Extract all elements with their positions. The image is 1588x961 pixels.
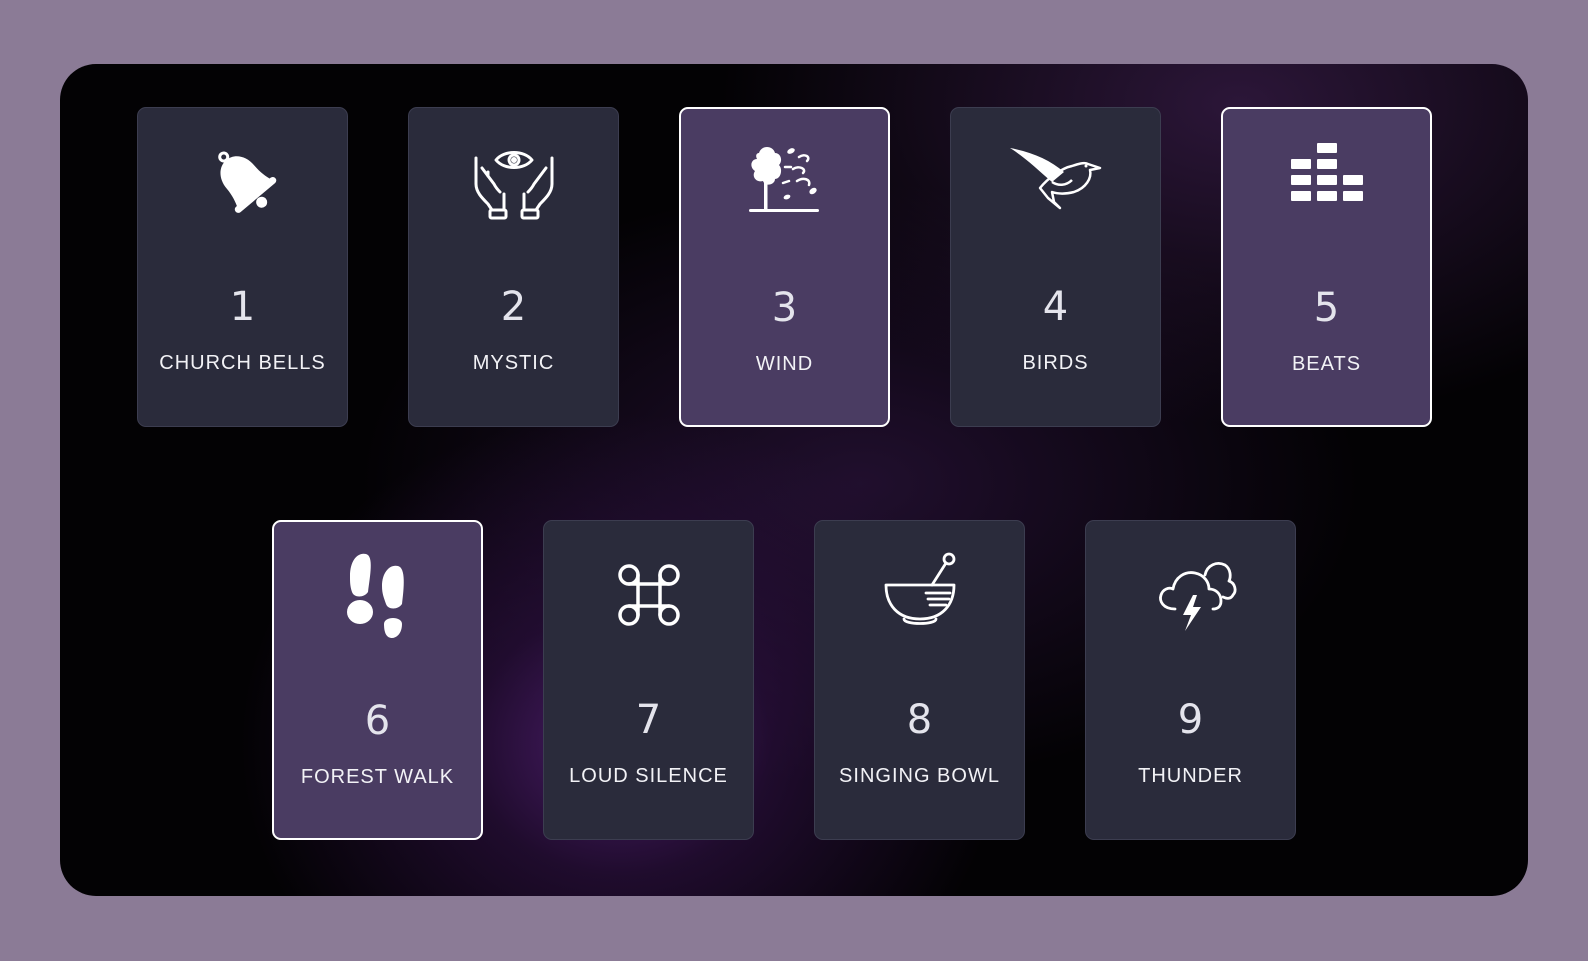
pad-forest-walk[interactable]: 6 FOREST WALK	[272, 520, 483, 840]
pad-number: 9	[1177, 697, 1204, 743]
pad-number: 2	[500, 284, 527, 330]
pad-label: MYSTIC	[472, 352, 555, 374]
pad-label: FOREST WALK	[300, 766, 455, 788]
pad-number: 3	[771, 285, 798, 331]
footprints-icon	[330, 546, 426, 642]
pad-singing-bowl[interactable]: 8 SINGING BOWL	[814, 520, 1025, 840]
pad-number: 7	[635, 697, 662, 743]
pad-number: 6	[364, 698, 391, 744]
pad-label: BIRDS	[1022, 352, 1089, 374]
thunder-cloud-icon	[1143, 545, 1239, 641]
bell-icon	[195, 132, 291, 228]
wind-tree-icon	[737, 133, 833, 229]
pad-label: LOUD SILENCE	[569, 765, 728, 787]
pad-number: 4	[1042, 284, 1069, 330]
pad-birds[interactable]: 4 BIRDS	[950, 107, 1161, 427]
pad-mystic[interactable]: 2 MYSTIC	[408, 107, 619, 427]
pad-loud-silence[interactable]: 7 LOUD SILENCE	[543, 520, 754, 840]
pad-wind[interactable]: 3 WIND	[679, 107, 890, 427]
pad-label: CHURCH BELLS	[159, 352, 326, 374]
pad-number: 5	[1313, 285, 1340, 331]
pad-label: THUNDER	[1138, 765, 1243, 787]
pad-church-bells[interactable]: 1 CHURCH BELLS	[137, 107, 348, 427]
pad-label: SINGING BOWL	[839, 765, 1000, 787]
pad-number: 8	[906, 697, 933, 743]
dove-icon	[1008, 132, 1104, 228]
pad-thunder[interactable]: 9 THUNDER	[1085, 520, 1296, 840]
pad-number: 1	[229, 284, 256, 330]
pad-label: WIND	[755, 353, 814, 375]
pad-beats[interactable]: 5 BEATS	[1221, 107, 1432, 427]
sound-board: 1 CHURCH BELLS 2 MYSTIC 3 WIND 4 BIRDS 5…	[60, 64, 1528, 896]
pad-label: BEATS	[1291, 353, 1362, 375]
hands-eye-icon	[466, 132, 562, 228]
equalizer-icon	[1279, 133, 1375, 229]
command-icon	[601, 545, 697, 641]
mortar-pestle-icon	[872, 545, 968, 641]
